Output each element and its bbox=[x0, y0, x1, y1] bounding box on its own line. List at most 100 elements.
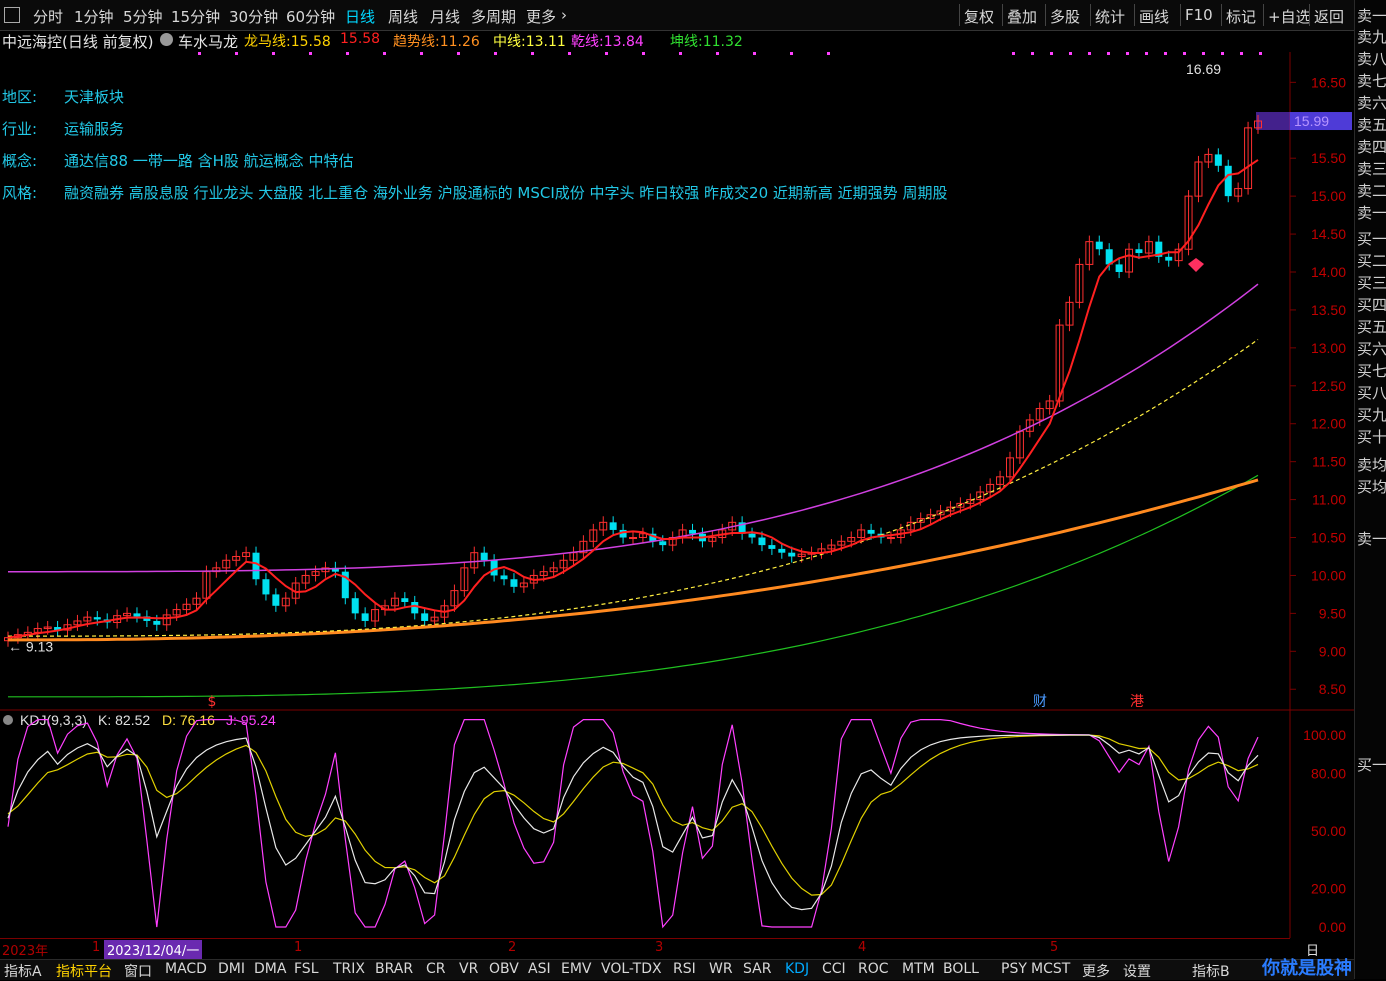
toolbar-divider bbox=[1045, 4, 1046, 26]
formula-toggle-icon[interactable] bbox=[160, 33, 173, 46]
indicator-tab-ROC[interactable]: ROC bbox=[858, 961, 889, 977]
event-marker: $ bbox=[208, 694, 217, 710]
order-book-row: 卖八 bbox=[1357, 50, 1386, 68]
indicator-tab-窗口[interactable]: 窗口 bbox=[124, 961, 152, 981]
price-tick-label: 14.00 bbox=[1311, 264, 1346, 280]
indicator-tab-WR[interactable]: WR bbox=[709, 961, 733, 977]
event-marker: 港 bbox=[1130, 694, 1144, 710]
signal-dot bbox=[531, 52, 534, 55]
signal-dot bbox=[605, 52, 608, 55]
order-book-row: 买七 bbox=[1357, 362, 1386, 380]
tab-多周期[interactable]: 多周期 bbox=[471, 6, 516, 27]
indicator-tab-指标B[interactable]: 指标B bbox=[1192, 961, 1230, 981]
tab-1分钟[interactable]: 1分钟 bbox=[74, 6, 114, 27]
indicator-tab-BOLL[interactable]: BOLL bbox=[943, 961, 979, 977]
action-标记[interactable]: 标记 bbox=[1226, 6, 1256, 27]
signal-dot bbox=[1050, 52, 1053, 55]
price-tick-label: 13.00 bbox=[1311, 340, 1346, 356]
indicator-tab-OBV[interactable]: OBV bbox=[489, 961, 519, 977]
order-book-row: 买均 bbox=[1357, 478, 1386, 496]
diamond-icon bbox=[1188, 258, 1204, 272]
tab-周线[interactable]: 周线 bbox=[388, 6, 418, 27]
action-多股[interactable]: 多股 bbox=[1050, 6, 1080, 27]
indicator-value: 13.84 bbox=[603, 34, 644, 50]
indicator-tab-BRAR[interactable]: BRAR bbox=[375, 961, 413, 977]
order-book-row: 买十 bbox=[1357, 428, 1386, 446]
indicator-tab-CCI[interactable]: CCI bbox=[822, 961, 846, 977]
indicator-tab-TRIX[interactable]: TRIX bbox=[333, 961, 365, 977]
candle-body bbox=[886, 537, 895, 540]
indicator-tab-ASI[interactable]: ASI bbox=[528, 961, 551, 977]
tab-30分钟[interactable]: 30分钟 bbox=[229, 6, 278, 27]
action-画线[interactable]: 画线 bbox=[1139, 6, 1169, 27]
indicator-tab-SAR[interactable]: SAR bbox=[743, 961, 771, 977]
signal-dot bbox=[1221, 52, 1224, 55]
toolbar-divider bbox=[1180, 4, 1181, 26]
tab-更多[interactable]: 更多 bbox=[526, 6, 556, 27]
indicator-tab-KDJ[interactable]: KDJ bbox=[785, 961, 809, 977]
action-返回[interactable]: 返回 bbox=[1314, 6, 1344, 27]
signal-dot bbox=[1164, 52, 1167, 55]
tab-月线[interactable]: 月线 bbox=[430, 6, 460, 27]
signal-dot bbox=[272, 52, 275, 55]
stock-title[interactable]: 中远海控(日线 前复权) bbox=[2, 31, 153, 52]
signal-dot bbox=[420, 52, 423, 55]
mid-line bbox=[8, 339, 1259, 637]
signal-dot bbox=[1126, 52, 1129, 55]
signal-dot bbox=[1183, 52, 1186, 55]
candle-body bbox=[1135, 249, 1143, 254]
indicator-tab-MCST[interactable]: MCST bbox=[1031, 961, 1070, 977]
indicator-tab-RSI[interactable]: RSI bbox=[673, 961, 696, 977]
more-chevron-icon[interactable]: › bbox=[561, 6, 567, 24]
action-+自选[interactable]: +自选 bbox=[1268, 6, 1311, 27]
signal-dot bbox=[1240, 52, 1243, 55]
tab-5分钟[interactable]: 5分钟 bbox=[123, 6, 163, 27]
indicator-tab-DMA[interactable]: DMA bbox=[254, 961, 286, 977]
indicator-tab-指标平台[interactable]: 指标平台 bbox=[56, 961, 112, 981]
signal-dot bbox=[1088, 52, 1091, 55]
tab-15分钟[interactable]: 15分钟 bbox=[171, 6, 220, 27]
kun-line bbox=[8, 474, 1259, 698]
indicator-tab-MTM[interactable]: MTM bbox=[902, 961, 935, 977]
kdj-k-line bbox=[7, 734, 1259, 911]
indicator-tab-CR[interactable]: CR bbox=[426, 961, 446, 977]
indicator-tab-更多[interactable]: 更多 bbox=[1082, 961, 1110, 981]
formula-name[interactable]: 车水马龙 bbox=[178, 31, 238, 52]
indicator-value: 15.58 bbox=[290, 34, 331, 50]
candle-body bbox=[1214, 154, 1222, 166]
indicator-label: 趋势线: bbox=[393, 34, 440, 50]
indicator-tab-指标A[interactable]: 指标A bbox=[4, 961, 42, 981]
signal-dot bbox=[494, 52, 497, 55]
tab-日线[interactable]: 日线 bbox=[345, 6, 375, 27]
indicator-tab-PSY[interactable]: PSY bbox=[1001, 961, 1027, 977]
action-统计[interactable]: 统计 bbox=[1095, 6, 1125, 27]
indicator-tab-MACD[interactable]: MACD bbox=[165, 961, 207, 977]
tab-分时[interactable]: 分时 bbox=[33, 6, 63, 27]
action-叠加[interactable]: 叠加 bbox=[1007, 6, 1037, 27]
price-tick-label: 12.00 bbox=[1311, 416, 1346, 432]
indicator-tab-EMV[interactable]: EMV bbox=[561, 961, 592, 977]
indicator-tab-设置[interactable]: 设置 bbox=[1123, 961, 1151, 981]
indicator-tab-VOL-TDX[interactable]: VOL-TDX bbox=[601, 961, 662, 977]
signal-dot bbox=[716, 52, 719, 55]
order-book-row: 买一 bbox=[1357, 756, 1386, 774]
candle-body bbox=[272, 594, 280, 606]
indicator-tab-DMI[interactable]: DMI bbox=[218, 961, 245, 977]
event-marker: 财 bbox=[1033, 694, 1047, 710]
indicator-4: 乾线:13.84 bbox=[571, 31, 644, 51]
action-F10[interactable]: F10 bbox=[1185, 6, 1213, 24]
price-tick-label: 9.00 bbox=[1319, 643, 1346, 659]
indicator-1: 15.58 bbox=[340, 31, 380, 47]
indicator-tab-VR[interactable]: VR bbox=[459, 961, 478, 977]
kdj-tick-label: 50.00 bbox=[1311, 823, 1346, 839]
toolbar-divider bbox=[1002, 4, 1003, 26]
candle-body bbox=[411, 602, 419, 614]
toolbar-divider bbox=[1309, 4, 1310, 26]
tab-60分钟[interactable]: 60分钟 bbox=[286, 6, 335, 27]
indicator-tab-FSL[interactable]: FSL bbox=[294, 961, 319, 977]
signal-dot bbox=[753, 52, 756, 55]
toolbar-divider bbox=[1221, 4, 1222, 26]
menu-icon[interactable] bbox=[4, 7, 20, 23]
action-复权[interactable]: 复权 bbox=[964, 6, 994, 27]
signal-dot bbox=[790, 52, 793, 55]
